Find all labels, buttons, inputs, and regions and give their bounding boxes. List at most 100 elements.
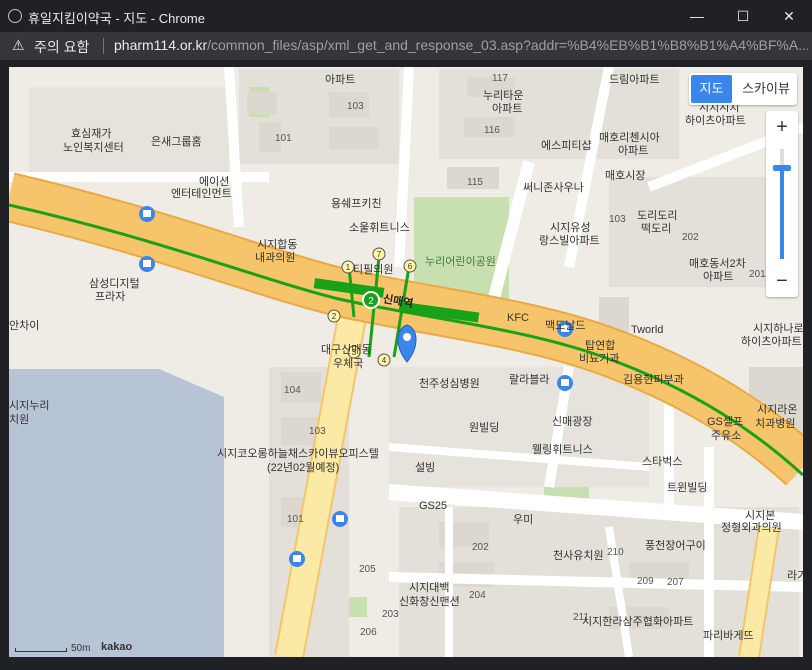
park-label: 누리어린이공원	[425, 255, 496, 268]
place-label: 노인복지센터	[63, 141, 124, 154]
exit-number: 7	[377, 250, 382, 259]
window-title: 휴일지킴이약국 - 지도 - Chrome	[28, 11, 205, 26]
building	[329, 127, 379, 149]
place-label: 안차이	[9, 319, 39, 332]
maximize-button[interactable]: ☐	[720, 0, 766, 32]
address-bar[interactable]: ⚠ 주의 요함 pharm114.or.kr/common_files/asp/…	[0, 32, 812, 60]
url-host: pharm114.or.kr	[114, 37, 208, 53]
building	[247, 92, 277, 114]
place-label: 하이츠아파트	[741, 334, 802, 348]
minimize-button[interactable]: —	[674, 0, 720, 32]
block-number: 103	[609, 214, 626, 225]
place-label: 파리바게뜨	[703, 629, 754, 642]
place-label: 시지합동	[257, 238, 297, 251]
place-label: 랄라블라	[509, 373, 549, 386]
place-label: 매호동서2차	[689, 257, 746, 270]
block-number: 116	[484, 125, 500, 136]
place-label: 은새그룹홈	[151, 134, 202, 148]
zoom-level-fill	[780, 171, 784, 259]
place-label: GS셀프	[707, 415, 743, 428]
url-path: /common_files/asp/xml_get_and_response_0…	[207, 37, 808, 53]
exit-number: 1	[346, 263, 351, 272]
block-number: 207	[667, 577, 684, 588]
exit-number: 6	[408, 262, 413, 271]
place-label: 주유소	[711, 429, 741, 442]
exit-number: 4	[382, 356, 387, 365]
station-number: 2	[368, 296, 374, 307]
place-label: (22년02월예정)	[267, 461, 339, 474]
security-status: 주의 요함	[34, 39, 90, 55]
place-label: 시지대백	[409, 581, 449, 594]
place-label: 웰링휘트니스	[532, 443, 593, 456]
url-text[interactable]: pharm114.or.kr/common_files/asp/xml_get_…	[114, 37, 808, 53]
skyview-button[interactable]: 스카이뷰	[737, 75, 795, 103]
place-label: 김용현피부과	[623, 373, 684, 386]
bus-stop-icon[interactable]	[332, 511, 348, 527]
place-label: 대구신매동	[321, 343, 372, 356]
place-label: 천주성심병원	[419, 376, 480, 390]
place-label: 신화창신맨션	[399, 595, 460, 608]
place-label: 효심재가	[71, 127, 111, 140]
place-label: 매호리첸시아	[599, 131, 660, 144]
bus-stop-icon[interactable]	[289, 551, 305, 567]
bus-stop-icon[interactable]	[557, 375, 573, 391]
block-number: 210	[607, 547, 624, 558]
place-label: 설빙	[415, 461, 435, 474]
place-label: 원빌딩	[469, 421, 499, 434]
place-label: 삼성디지털	[89, 277, 140, 290]
place-label: 누리타운	[483, 89, 523, 102]
block-number: 204	[469, 590, 486, 601]
place-label: 스타벅스	[642, 455, 682, 468]
place-label: 시지유성	[550, 221, 590, 234]
place-label: 우체국	[333, 357, 363, 370]
place-label: 맥도날드	[545, 319, 585, 332]
place-label: 정형외과의원	[721, 521, 782, 534]
zoom-control[interactable]: + −	[766, 111, 798, 297]
place-label: 도리도리	[637, 209, 677, 222]
block-number: 117	[492, 73, 508, 84]
scale-bar	[15, 648, 67, 652]
place-label: GS25	[419, 500, 447, 512]
place-label: 용쉐프키친	[331, 197, 382, 210]
bus-stop-icon[interactable]	[139, 256, 155, 272]
place-label: 아파트	[618, 144, 648, 157]
place-label: 아파트	[703, 270, 733, 283]
place-label: 신매광장	[552, 415, 592, 428]
place-label: 비뇨기과	[579, 352, 619, 365]
map-type-toggle[interactable]: 지도 스카이뷰	[689, 73, 797, 105]
block-number: 201	[749, 269, 766, 280]
map-svg[interactable]: 2 신매역 1 2 3 4 6 7 103 101 117 116 115 20…	[9, 67, 803, 657]
place-label: 치원	[9, 413, 29, 426]
place-label: 내과의원	[255, 251, 295, 264]
block-number: 203	[382, 609, 399, 620]
place-label: 에스피티샵	[541, 139, 592, 152]
block-number: 206	[360, 627, 377, 638]
globe-icon	[8, 9, 22, 23]
close-button[interactable]: ✕	[766, 0, 812, 32]
place-label: KFC	[507, 312, 529, 324]
map-canvas[interactable]: 2 신매역 1 2 3 4 6 7 103 101 117 116 115 20…	[9, 67, 803, 657]
place-label: 엔터테인먼트	[171, 187, 232, 200]
zoom-out-button[interactable]: −	[766, 265, 798, 297]
block-number: 202	[472, 542, 489, 553]
place-label: 치과병원	[755, 417, 795, 430]
place-label: 천사유치원	[553, 548, 604, 562]
place-label: 소울휘트니스	[349, 221, 410, 234]
browser-titlebar: 휴일지킴이약국 - 지도 - Chrome — ☐ ✕	[0, 0, 812, 32]
place-label: 하이츠아파트	[685, 113, 746, 127]
address-separator	[103, 38, 104, 54]
place-label: 티필의원	[353, 263, 393, 276]
block-number: 103	[309, 426, 326, 437]
zoom-in-button[interactable]: +	[766, 111, 798, 143]
place-label: 프라자	[95, 290, 125, 303]
place-label: 라기	[787, 569, 803, 582]
block-number: 101	[287, 514, 304, 525]
block-number: 103	[347, 101, 364, 112]
bus-stop-icon[interactable]	[139, 206, 155, 222]
zoom-slider-handle[interactable]	[773, 165, 791, 171]
place-label: 풍천장어구이	[645, 538, 706, 552]
block-number: 202	[682, 232, 699, 243]
place-label: 트윈빌딩	[667, 480, 707, 494]
place-label: 시지하나로	[753, 321, 803, 335]
map-view-button[interactable]: 지도	[691, 75, 732, 103]
